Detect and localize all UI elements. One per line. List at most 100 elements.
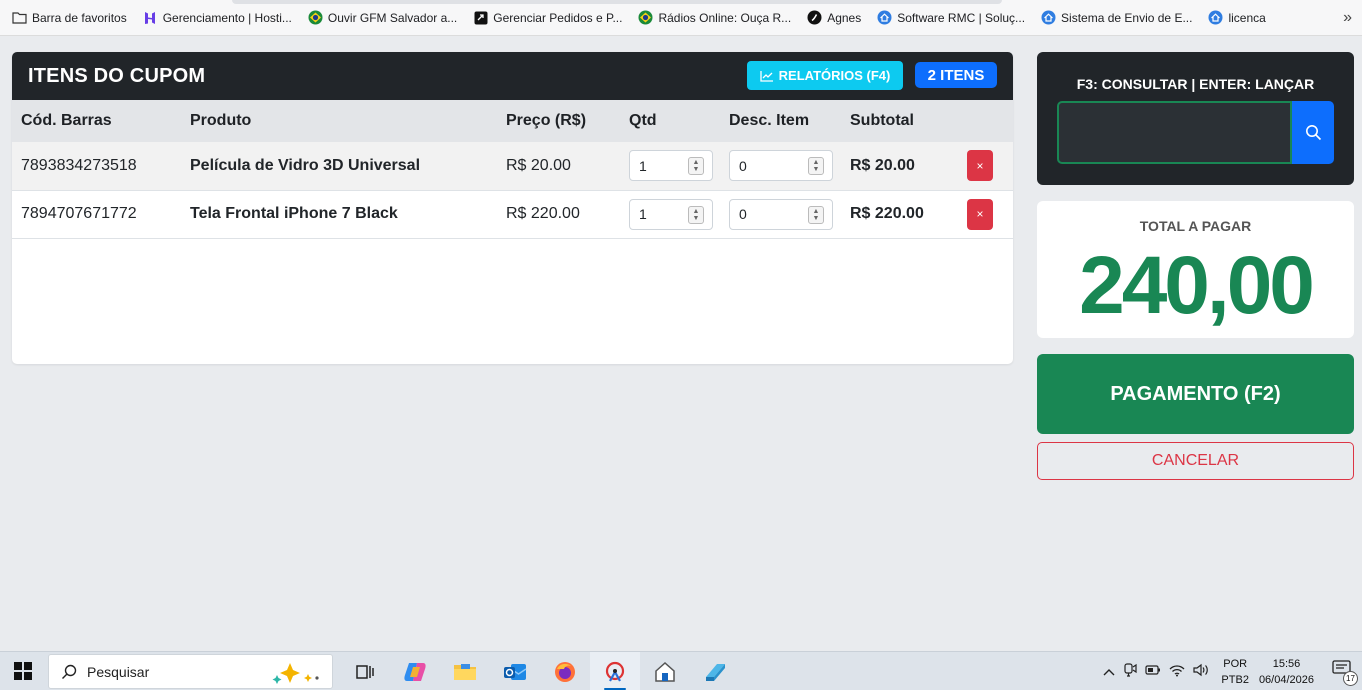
bookmark-label: Ouvir GFM Salvador a... — [327, 10, 458, 25]
brazil-flag-icon — [638, 10, 653, 25]
discount-spinner-icon[interactable]: ▲ ▼ — [808, 205, 824, 224]
hostinger-icon — [143, 10, 158, 25]
cell-actions: × — [955, 142, 1013, 190]
taskbar-clock[interactable]: 15:56 06/04/2026 — [1259, 656, 1314, 688]
bookmark-pedidos[interactable]: Gerenciar Pedidos e P... — [473, 10, 622, 25]
bookmark-gfm-salvador[interactable]: Ouvir GFM Salvador a... — [308, 10, 457, 25]
system-tray: POR PTB2 15:56 06/04/2026 17 — [1099, 652, 1362, 690]
box-arrow-icon — [473, 10, 488, 25]
bookmark-label: Agnes — [827, 10, 862, 25]
bookmark-label: Gerenciamento | Hosti... — [162, 10, 292, 25]
bookmark-favorites-folder[interactable]: Barra de favoritos — [12, 10, 127, 25]
task-view-icon[interactable] — [340, 652, 390, 690]
bookmark-label: licenca — [1228, 10, 1266, 25]
qty-spinner-icon[interactable]: ▲ ▼ — [688, 205, 704, 224]
discount-value: 0 — [739, 206, 747, 222]
discount-input[interactable]: 0 ▲ ▼ — [729, 150, 833, 182]
wifi-icon[interactable] — [1169, 663, 1185, 680]
cell-subtotal: R$ 220.00 — [850, 205, 924, 222]
firefox-icon[interactable] — [540, 652, 590, 690]
bookmark-agnes[interactable]: Agnes — [807, 10, 861, 25]
address-bar-edge — [232, 0, 1002, 4]
payment-button[interactable]: PAGAMENTO (F2) — [1037, 354, 1354, 434]
windows-taskbar: Pesquisar POR PTB2 15:56 06/04/2026 17 — [0, 651, 1362, 690]
home-app-icon[interactable] — [640, 652, 690, 690]
battery-icon[interactable] — [1145, 664, 1161, 679]
cupom-title: ITENS DO CUPOM — [28, 64, 206, 87]
folder-icon — [12, 10, 27, 25]
search-icon — [1305, 125, 1321, 141]
bookmark-sistema-envio[interactable]: Sistema de Envio de E... — [1041, 10, 1192, 25]
discount-value: 0 — [739, 157, 747, 174]
copilot-app-icon[interactable] — [390, 652, 440, 690]
input-language-indicator[interactable]: POR PTB2 — [1221, 656, 1249, 688]
bookmark-label: Software RMC | Soluç... — [897, 10, 1026, 25]
home-icon — [1041, 10, 1056, 25]
bookmark-label: Barra de favoritos — [32, 10, 127, 25]
bookmark-label: Rádios Online: Ouça R... — [658, 10, 792, 25]
cell-subtotal: R$ 20.00 — [850, 156, 915, 174]
file-explorer-icon[interactable] — [440, 652, 490, 690]
chevron-up-icon[interactable] — [1103, 664, 1115, 679]
taskbar-search-placeholder: Pesquisar — [87, 663, 150, 680]
items-count-badge: 2 ITENS — [915, 62, 997, 88]
bookmark-licenca[interactable]: licenca — [1208, 10, 1266, 25]
col-header-subtotal: Subtotal — [850, 112, 914, 129]
cell-discount: 0 ▲ ▼ — [720, 142, 841, 190]
total-amount: 240,00 — [1079, 240, 1315, 331]
windows-start-icon[interactable] — [14, 662, 32, 680]
home-icon — [1208, 10, 1223, 25]
col-header-product: Produto — [190, 112, 252, 129]
clock-date: 06/04/2026 — [1258, 673, 1314, 686]
bookmark-software-rmc[interactable]: Software RMC | Soluç... — [877, 10, 1025, 25]
cell-discount: 0 ▲ ▼ — [720, 190, 841, 238]
search-button[interactable] — [1292, 101, 1334, 164]
cell-actions: × — [955, 190, 1013, 238]
bookmark-label: Sistema de Envio de E... — [1061, 10, 1193, 25]
cell-price: R$ 220.00 — [506, 205, 580, 222]
discount-spinner-icon[interactable]: ▲ ▼ — [808, 157, 824, 176]
bookmarks-bar: Barra de favoritos Gerenciamento | Hosti… — [0, 0, 1362, 36]
meet-now-icon[interactable] — [1123, 663, 1138, 680]
brazil-flag-icon — [308, 10, 323, 25]
notepad-app-icon[interactable] — [690, 652, 740, 690]
notification-center-icon[interactable]: 17 — [1332, 659, 1358, 686]
barcode-scan-panel: F3: CONSULTAR | ENTER: LANÇAR — [1037, 52, 1354, 185]
remove-item-button[interactable]: × — [967, 150, 993, 182]
scan-shortcut-label: F3: CONSULTAR | ENTER: LANÇAR — [1076, 76, 1315, 92]
table-header-row: Cód. Barras Produto Preço (R$) Qtd Desc.… — [12, 100, 1013, 142]
clock-time: 15:56 — [1272, 657, 1301, 670]
discount-input[interactable]: 0 ▲ ▼ — [729, 198, 833, 230]
reports-button[interactable]: RELATÓRIOS (F4) — [747, 61, 903, 90]
barcode-input[interactable] — [1057, 101, 1292, 164]
taskbar-search[interactable]: Pesquisar — [48, 654, 333, 689]
items-table: Cód. Barras Produto Preço (R$) Qtd Desc.… — [12, 100, 1013, 239]
keyboard-layout: PTB2 — [1221, 673, 1249, 686]
home-icon — [877, 10, 892, 25]
search-icon — [62, 664, 77, 679]
cell-qty: 1 ▲ ▼ — [620, 142, 720, 190]
bookmark-label: Gerenciar Pedidos e P... — [493, 10, 623, 25]
qty-spinner-icon[interactable]: ▲ ▼ — [688, 157, 704, 176]
bookmark-hostinger[interactable]: Gerenciamento | Hosti... — [143, 10, 292, 25]
cancel-button[interactable]: CANCELAR — [1037, 442, 1354, 480]
qty-input[interactable]: 1 ▲ ▼ — [629, 150, 713, 182]
cell-barcode: 7893834273518 — [21, 156, 137, 174]
bookmark-radios-online[interactable]: Rádios Online: Ouça R... — [638, 10, 791, 25]
qty-input[interactable]: 1 ▲ ▼ — [629, 198, 713, 230]
copilot-sparkle-icon — [272, 663, 319, 684]
cupom-header: ITENS DO CUPOM RELATÓRIOS (F4) 2 ITENS — [12, 52, 1013, 100]
agnes-icon — [807, 10, 822, 25]
col-header-actions — [955, 100, 1013, 142]
cell-barcode: 7894707671772 — [21, 205, 137, 222]
remove-item-button[interactable]: × — [967, 198, 993, 230]
table-row: 7894707671772 Tela Frontal iPhone 7 Blac… — [12, 190, 1013, 238]
volume-icon[interactable] — [1193, 663, 1209, 680]
col-header-qty: Qtd — [629, 112, 657, 129]
col-header-barcode: Cód. Barras — [21, 112, 112, 129]
more-bookmarks-chevron-icon[interactable]: » — [1343, 9, 1352, 27]
pos-app-icon[interactable] — [590, 652, 640, 690]
outlook-icon[interactable] — [490, 652, 540, 690]
cell-price: R$ 20.00 — [506, 156, 571, 174]
cupom-items-panel: ITENS DO CUPOM RELATÓRIOS (F4) 2 ITENS C… — [12, 52, 1013, 364]
